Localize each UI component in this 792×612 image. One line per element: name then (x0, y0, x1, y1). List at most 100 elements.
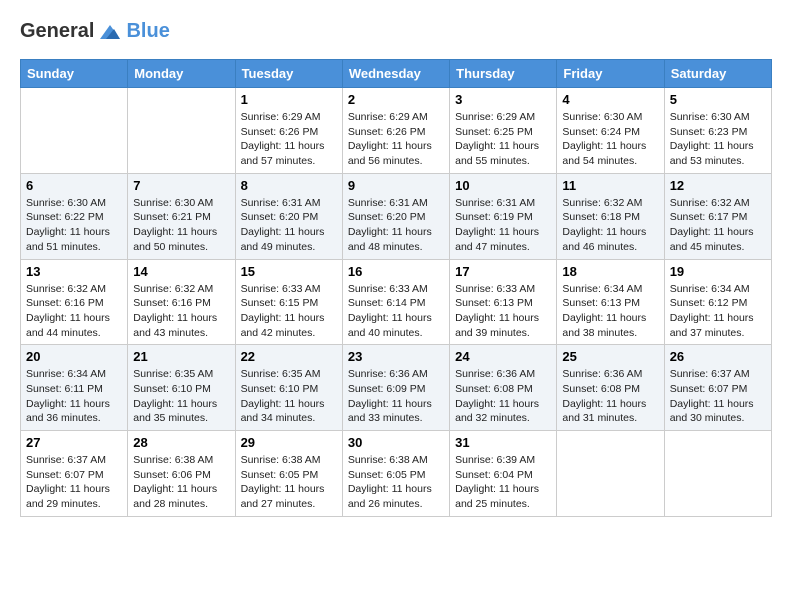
day-info: Sunrise: 6:38 AMSunset: 6:05 PMDaylight:… (241, 453, 337, 512)
calendar-cell: 16 Sunrise: 6:33 AMSunset: 6:14 PMDayligh… (342, 259, 449, 345)
calendar-header-row: SundayMondayTuesdayWednesdayThursdayFrid… (21, 60, 772, 88)
day-number: 9 (348, 178, 444, 193)
day-number: 6 (26, 178, 122, 193)
day-number: 4 (562, 92, 658, 107)
calendar-cell: 9 Sunrise: 6:31 AMSunset: 6:20 PMDaylight… (342, 173, 449, 259)
day-number: 11 (562, 178, 658, 193)
day-header-wednesday: Wednesday (342, 60, 449, 88)
day-number: 20 (26, 349, 122, 364)
day-info: Sunrise: 6:34 AMSunset: 6:11 PMDaylight:… (26, 367, 122, 426)
day-number: 14 (133, 264, 229, 279)
day-number: 31 (455, 435, 551, 450)
day-header-monday: Monday (128, 60, 235, 88)
calendar-week-3: 13 Sunrise: 6:32 AMSunset: 6:16 PMDayligh… (21, 259, 772, 345)
day-number: 3 (455, 92, 551, 107)
day-header-tuesday: Tuesday (235, 60, 342, 88)
day-number: 24 (455, 349, 551, 364)
calendar-cell: 5 Sunrise: 6:30 AMSunset: 6:23 PMDaylight… (664, 88, 771, 174)
calendar-cell: 14 Sunrise: 6:32 AMSunset: 6:16 PMDayligh… (128, 259, 235, 345)
day-info: Sunrise: 6:33 AMSunset: 6:15 PMDaylight:… (241, 282, 337, 341)
day-number: 5 (670, 92, 766, 107)
day-number: 7 (133, 178, 229, 193)
day-info: Sunrise: 6:36 AMSunset: 6:08 PMDaylight:… (562, 367, 658, 426)
calendar-cell: 29Sunrise: 6:38 AMSunset: 6:05 PMDayligh… (235, 431, 342, 517)
day-header-friday: Friday (557, 60, 664, 88)
calendar-cell: 28 Sunrise: 6:38 AMSunset: 6:06 PMDayligh… (128, 431, 235, 517)
calendar-week-1: 1 Sunrise: 6:29 AMSunset: 6:26 PMDaylight… (21, 88, 772, 174)
calendar-cell: 23 Sunrise: 6:36 AMSunset: 6:09 PMDayligh… (342, 345, 449, 431)
day-header-sunday: Sunday (21, 60, 128, 88)
calendar-cell: 19Sunrise: 6:34 AMSunset: 6:12 PMDayligh… (664, 259, 771, 345)
calendar-cell: 3 Sunrise: 6:29 AMSunset: 6:25 PMDaylight… (450, 88, 557, 174)
logo: General Blue (20, 20, 170, 43)
day-info: Sunrise: 6:30 AMSunset: 6:21 PMDaylight:… (133, 196, 229, 255)
day-info: Sunrise: 6:30 AMSunset: 6:23 PMDaylight:… (670, 110, 766, 169)
calendar-cell: 4Sunrise: 6:30 AMSunset: 6:24 PMDaylight… (557, 88, 664, 174)
day-info: Sunrise: 6:35 AMSunset: 6:10 PMDaylight:… (133, 367, 229, 426)
day-number: 10 (455, 178, 551, 193)
calendar-cell: 26Sunrise: 6:37 AMSunset: 6:07 PMDayligh… (664, 345, 771, 431)
day-info: Sunrise: 6:38 AMSunset: 6:05 PMDaylight:… (348, 453, 444, 512)
day-info: Sunrise: 6:30 AMSunset: 6:22 PMDaylight:… (26, 196, 122, 255)
day-info: Sunrise: 6:34 AMSunset: 6:13 PMDaylight:… (562, 282, 658, 341)
calendar-cell: 8 Sunrise: 6:31 AMSunset: 6:20 PMDaylight… (235, 173, 342, 259)
calendar-cell: 10 Sunrise: 6:31 AMSunset: 6:19 PMDayligh… (450, 173, 557, 259)
day-header-saturday: Saturday (664, 60, 771, 88)
day-number: 23 (348, 349, 444, 364)
calendar-cell: 22Sunrise: 6:35 AMSunset: 6:10 PMDayligh… (235, 345, 342, 431)
day-number: 15 (241, 264, 337, 279)
calendar-cell: 30 Sunrise: 6:38 AMSunset: 6:05 PMDayligh… (342, 431, 449, 517)
day-info: Sunrise: 6:36 AMSunset: 6:09 PMDaylight:… (348, 367, 444, 426)
day-number: 8 (241, 178, 337, 193)
day-number: 17 (455, 264, 551, 279)
day-info: Sunrise: 6:29 AMSunset: 6:25 PMDaylight:… (455, 110, 551, 169)
day-info: Sunrise: 6:32 AMSunset: 6:16 PMDaylight:… (133, 282, 229, 341)
day-info: Sunrise: 6:38 AMSunset: 6:06 PMDaylight:… (133, 453, 229, 512)
calendar-cell: 11Sunrise: 6:32 AMSunset: 6:18 PMDayligh… (557, 173, 664, 259)
day-number: 1 (241, 92, 337, 107)
calendar-cell: 31Sunrise: 6:39 AMSunset: 6:04 PMDayligh… (450, 431, 557, 517)
calendar-cell (128, 88, 235, 174)
day-info: Sunrise: 6:33 AMSunset: 6:14 PMDaylight:… (348, 282, 444, 341)
day-info: Sunrise: 6:29 AMSunset: 6:26 PMDaylight:… (241, 110, 337, 169)
day-info: Sunrise: 6:33 AMSunset: 6:13 PMDaylight:… (455, 282, 551, 341)
day-number: 21 (133, 349, 229, 364)
calendar-cell: 25Sunrise: 6:36 AMSunset: 6:08 PMDayligh… (557, 345, 664, 431)
calendar-cell (557, 431, 664, 517)
calendar-cell: 15 Sunrise: 6:33 AMSunset: 6:15 PMDayligh… (235, 259, 342, 345)
calendar-table: SundayMondayTuesdayWednesdayThursdayFrid… (20, 59, 772, 517)
calendar-cell: 2 Sunrise: 6:29 AMSunset: 6:26 PMDaylight… (342, 88, 449, 174)
day-number: 16 (348, 264, 444, 279)
day-number: 19 (670, 264, 766, 279)
day-number: 30 (348, 435, 444, 450)
day-number: 27 (26, 435, 122, 450)
logo-blue: Blue (126, 20, 169, 43)
day-number: 12 (670, 178, 766, 193)
calendar-cell: 1 Sunrise: 6:29 AMSunset: 6:26 PMDaylight… (235, 88, 342, 174)
calendar-cell: 13 Sunrise: 6:32 AMSunset: 6:16 PMDayligh… (21, 259, 128, 345)
day-number: 18 (562, 264, 658, 279)
logo-icon (96, 21, 124, 43)
calendar-cell: 17 Sunrise: 6:33 AMSunset: 6:13 PMDayligh… (450, 259, 557, 345)
day-info: Sunrise: 6:31 AMSunset: 6:20 PMDaylight:… (348, 196, 444, 255)
calendar-cell: 6 Sunrise: 6:30 AMSunset: 6:22 PMDaylight… (21, 173, 128, 259)
calendar-week-2: 6 Sunrise: 6:30 AMSunset: 6:22 PMDaylight… (21, 173, 772, 259)
calendar-cell (21, 88, 128, 174)
day-info: Sunrise: 6:29 AMSunset: 6:26 PMDaylight:… (348, 110, 444, 169)
day-header-thursday: Thursday (450, 60, 557, 88)
day-info: Sunrise: 6:36 AMSunset: 6:08 PMDaylight:… (455, 367, 551, 426)
day-number: 13 (26, 264, 122, 279)
calendar-week-4: 20 Sunrise: 6:34 AMSunset: 6:11 PMDayligh… (21, 345, 772, 431)
day-number: 2 (348, 92, 444, 107)
calendar-week-5: 27Sunrise: 6:37 AMSunset: 6:07 PMDayligh… (21, 431, 772, 517)
day-info: Sunrise: 6:31 AMSunset: 6:19 PMDaylight:… (455, 196, 551, 255)
calendar-cell: 18 Sunrise: 6:34 AMSunset: 6:13 PMDayligh… (557, 259, 664, 345)
calendar-cell: 27Sunrise: 6:37 AMSunset: 6:07 PMDayligh… (21, 431, 128, 517)
calendar-cell: 24 Sunrise: 6:36 AMSunset: 6:08 PMDayligh… (450, 345, 557, 431)
day-info: Sunrise: 6:32 AMSunset: 6:16 PMDaylight:… (26, 282, 122, 341)
calendar-cell: 12Sunrise: 6:32 AMSunset: 6:17 PMDayligh… (664, 173, 771, 259)
day-info: Sunrise: 6:31 AMSunset: 6:20 PMDaylight:… (241, 196, 337, 255)
day-info: Sunrise: 6:35 AMSunset: 6:10 PMDaylight:… (241, 367, 337, 426)
calendar-cell (664, 431, 771, 517)
day-number: 28 (133, 435, 229, 450)
